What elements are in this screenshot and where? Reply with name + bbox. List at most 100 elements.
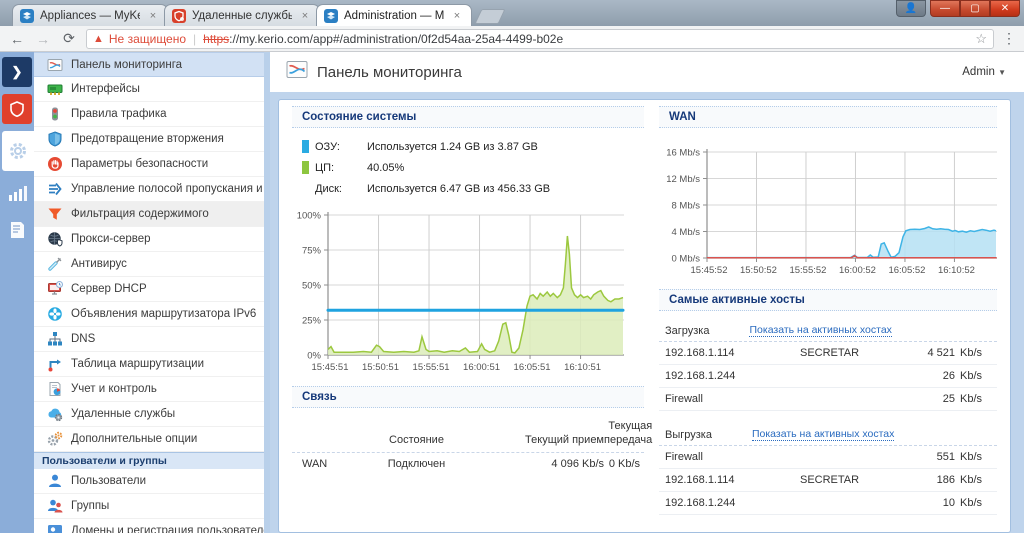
admin-user-menu[interactable]: Admin ▼	[962, 66, 1006, 78]
status-color-swatch	[302, 161, 309, 174]
system-status-row: ОЗУ: Используется 1.24 GB из 3.87 GB	[292, 136, 644, 157]
host-address: 192.168.1.114	[665, 474, 735, 486]
host-address: 192.168.1.244	[665, 497, 736, 509]
tab-close-icon[interactable]: ×	[450, 10, 464, 22]
browser-menu-icon[interactable]: ⋮	[1002, 30, 1016, 47]
sidebar-item-label: Пользователи	[71, 475, 147, 487]
forward-icon[interactable]: →	[34, 31, 52, 47]
host-name: SECRETAR	[800, 347, 860, 359]
browser-profile-icon[interactable]: 👤	[896, 0, 926, 17]
minimize-button[interactable]: —	[930, 0, 960, 17]
system-status-rows: ОЗУ: Используется 1.24 GB из 3.87 GB ЦП: 40…	[292, 136, 644, 199]
dashboard-content: Состояние системы ОЗУ: Используется 1.24 …	[270, 92, 1024, 533]
browser-tab-2[interactable]: Удаленные службы - Ke ×	[164, 4, 320, 26]
status-color-swatch	[302, 182, 309, 195]
host-row[interactable]: Firewall 551 Kb/s	[659, 446, 997, 469]
back-icon[interactable]: ←	[8, 31, 26, 47]
tab-close-icon[interactable]: ×	[298, 10, 312, 22]
svg-text:0 Mb/s: 0 Mb/s	[671, 254, 700, 265]
bookmark-star-icon[interactable]: ☆	[975, 31, 987, 47]
browser-toolbar: ← → ⟳ ▲ Не защищено | https://my.kerio.c…	[0, 26, 1024, 52]
app-root: ❯ Панель мониторинга Интерфейсы Правила тр…	[0, 52, 1024, 533]
svg-text:12 Mb/s: 12 Mb/s	[666, 174, 700, 185]
sidebar-item-proxy-server[interactable]: Прокси-сервер	[34, 227, 264, 252]
host-rate-unit: Kb/s	[960, 370, 983, 382]
tab-close-icon[interactable]: ×	[146, 10, 160, 22]
sidebar-item-label: Учет и контроль	[71, 383, 157, 395]
host-rate-unit: Kb/s	[960, 393, 983, 405]
sidebar-item-label: Фильтрация содержимого	[71, 208, 209, 220]
svg-text:15:50:51: 15:50:51	[362, 362, 399, 373]
address-bar[interactable]: ▲ Не защищено | https://my.kerio.com/app…	[86, 28, 994, 49]
sidebar-item-accounting[interactable]: Учет и контроль	[34, 377, 264, 402]
sidebar-item-interfaces[interactable]: Интерфейсы	[34, 77, 264, 102]
maximize-button[interactable]: ▢	[960, 0, 990, 17]
sidebar-item-intrusion-prevention[interactable]: Предотвращение вторжения	[34, 127, 264, 152]
host-name	[800, 451, 897, 463]
sidebar-item-groups[interactable]: Группы	[34, 494, 264, 519]
routing-table-icon	[47, 356, 63, 372]
browser-tab-3[interactable]: Administration — MyKer ×	[316, 4, 472, 26]
reload-icon[interactable]: ⟳	[60, 30, 78, 47]
download-label: Загрузка	[665, 324, 710, 337]
kerio-red-favicon-icon	[172, 8, 186, 23]
svg-text:8 Mb/s: 8 Mb/s	[671, 201, 700, 212]
sidebar-item-content-filter[interactable]: Фильтрация содержимого	[34, 202, 264, 227]
sidebar-item-ipv6-router[interactable]: Объявления маршрутизатора IPv6	[34, 302, 264, 327]
svg-text:16:05:51: 16:05:51	[514, 362, 551, 373]
host-row[interactable]: 192.168.1.114 SECRETAR 4 521 Kb/s	[659, 342, 997, 365]
svg-text:4 Mb/s: 4 Mb/s	[671, 227, 700, 238]
sidebar-item-dns[interactable]: DNS	[34, 327, 264, 352]
sidebar-item-dhcp-server[interactable]: Сервер DHCP	[34, 277, 264, 302]
chevron-down-icon: ▼	[998, 68, 1006, 77]
url-text[interactable]: https://my.kerio.com/app#/administration…	[203, 32, 563, 46]
svg-text:15:50:52: 15:50:52	[740, 265, 777, 276]
download-host-rows: 192.168.1.114 SECRETAR 4 521 Kb/s 192.168.1.…	[659, 342, 997, 411]
rail-chevron-right-icon[interactable]: ❯	[2, 57, 32, 87]
host-rate-value: 551	[936, 451, 955, 463]
show-active-hosts-link-upload[interactable]: Показать на активных хостах	[751, 428, 895, 441]
host-row[interactable]: Firewall 25 Kb/s	[659, 388, 997, 411]
host-name	[800, 370, 897, 382]
new-tab-button[interactable]	[474, 9, 506, 24]
main-area: Панель мониторинга Admin ▼ Состояние сис…	[270, 52, 1024, 533]
system-status-panel-title: Состояние системы	[292, 106, 644, 128]
close-window-button[interactable]: ✕	[990, 0, 1020, 17]
browser-window: Appliances — MyKerio×Удаленные службы - …	[0, 0, 1024, 533]
tab-label: Удаленные службы - Ke	[192, 9, 292, 22]
host-row[interactable]: 192.168.1.244 10 Kb/s	[659, 492, 997, 515]
sidebar-item-dashboard[interactable]: Панель мониторинга	[34, 52, 264, 77]
download-section-header: Загрузка Показать на активных хостах	[659, 321, 997, 342]
show-active-hosts-link-download[interactable]: Показать на активных хостах	[749, 324, 892, 337]
sidebar-item-users[interactable]: Пользователи	[34, 469, 264, 494]
host-rate-value: 186	[936, 474, 955, 486]
sidebar-item-routing-table[interactable]: Таблица маршрутизации	[34, 352, 264, 377]
link-table-row[interactable]: WAN Подключен 4 096 Kb/s 0 Kb/s	[292, 453, 644, 475]
sidebar-item-label: Удаленные службы	[71, 408, 176, 420]
svg-text:16:10:52: 16:10:52	[938, 265, 975, 276]
system-status-row: ЦП: 40.05%	[292, 157, 644, 178]
host-row[interactable]: 192.168.1.114 SECRETAR 186 Kb/s	[659, 469, 997, 492]
browser-tab-1[interactable]: Appliances — MyKerio ×	[12, 4, 168, 26]
host-row[interactable]: 192.168.1.244 26 Kb/s	[659, 365, 997, 388]
security-warning-text[interactable]: Не защищено	[109, 32, 186, 46]
sidebar-item-label: Сервер DHCP	[71, 283, 147, 295]
svg-text:25%: 25%	[302, 316, 322, 327]
rail-stats-bars-icon[interactable]	[2, 178, 32, 208]
sidebar-item-traffic-rules[interactable]: Правила трафика	[34, 102, 264, 127]
rail-gear-icon[interactable]	[2, 131, 34, 171]
host-name	[800, 497, 897, 509]
sidebar-item-antivirus[interactable]: Антивирус	[34, 252, 264, 277]
sidebar-item-bandwidth-qos[interactable]: Управление полосой пропускания и QoS	[34, 177, 264, 202]
rail-logs-doc-icon[interactable]	[2, 215, 32, 245]
status-label: Диск:	[315, 182, 342, 195]
sidebar-item-label: Управление полосой пропускания и QoS	[71, 183, 264, 195]
sidebar-item-advanced-options[interactable]: Дополнительные опции	[34, 427, 264, 452]
sidebar-item-domains[interactable]: Домены и регистрация пользователей	[34, 519, 264, 533]
sidebar-item-security-options[interactable]: Параметры безопасности	[34, 152, 264, 177]
rail-shield-logo-icon[interactable]	[2, 94, 32, 124]
svg-text:16:00:51: 16:00:51	[463, 362, 500, 373]
svg-text:50%: 50%	[302, 281, 322, 292]
sidebar-item-remote-services[interactable]: Удаленные службы	[34, 402, 264, 427]
sidebar-item-label: Домены и регистрация пользователей	[71, 525, 264, 533]
